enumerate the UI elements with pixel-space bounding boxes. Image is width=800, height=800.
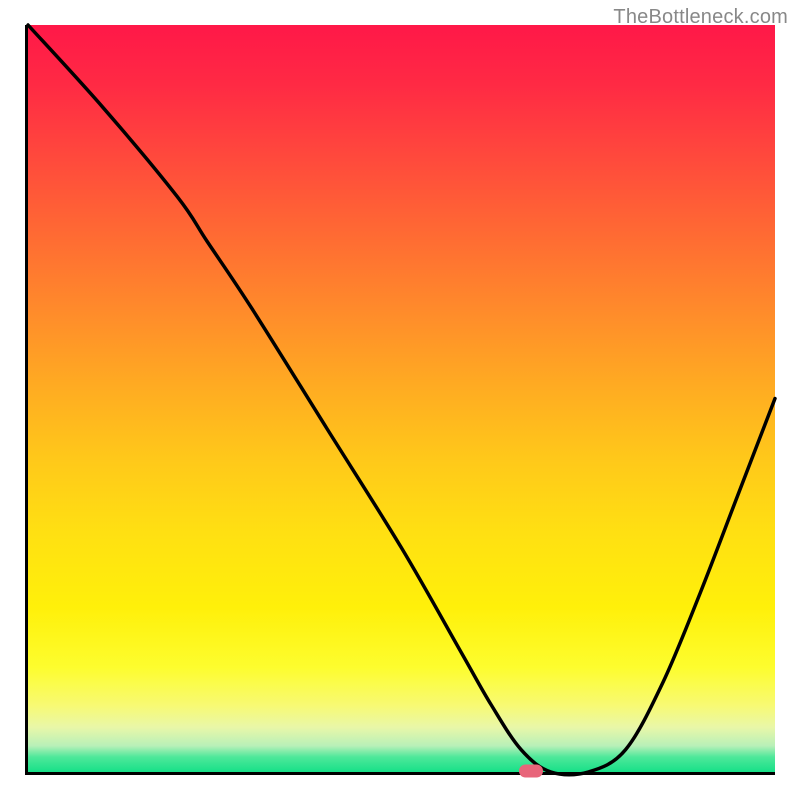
bottleneck-curve [28, 25, 775, 775]
chart-container: TheBottleneck.com [0, 0, 800, 800]
plot-area [25, 25, 775, 775]
min-marker [519, 765, 543, 778]
watermark-text: TheBottleneck.com [613, 6, 788, 29]
curve-svg [28, 25, 775, 772]
